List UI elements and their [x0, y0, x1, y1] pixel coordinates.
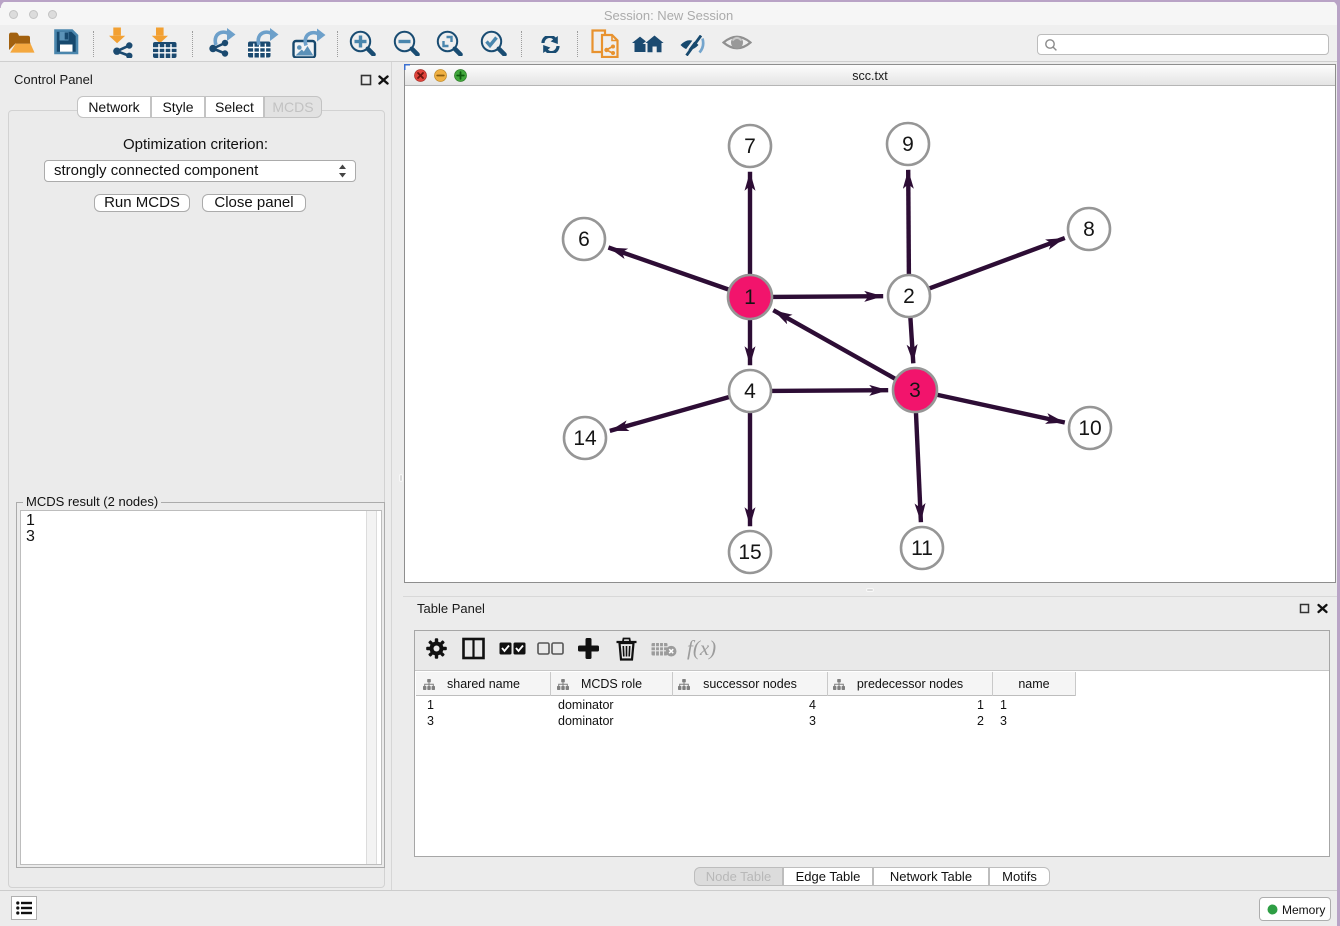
svg-text:10: 10: [1078, 417, 1101, 440]
svg-text:2: 2: [903, 285, 915, 308]
svg-text:9: 9: [902, 133, 914, 156]
svg-text:4: 4: [744, 380, 756, 403]
svg-text:11: 11: [911, 537, 933, 560]
svg-text:7: 7: [744, 135, 756, 158]
svg-text:15: 15: [738, 541, 761, 564]
svg-text:14: 14: [573, 427, 597, 450]
svg-text:3: 3: [909, 379, 921, 402]
svg-text:6: 6: [578, 228, 590, 251]
svg-text:1: 1: [744, 286, 756, 309]
svg-text:8: 8: [1083, 218, 1095, 241]
